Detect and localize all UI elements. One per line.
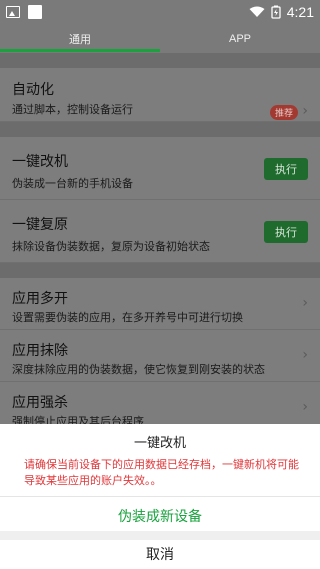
chevron-right-icon: ›	[302, 295, 308, 311]
automation-subtitle: 通过脚本，控制设备运行	[12, 103, 133, 116]
cancel-button[interactable]: 取消	[0, 544, 320, 564]
battery-icon	[271, 5, 281, 19]
dialog-warning: 请确保当前设备下的应用数据已经存档，一键新机将可能导致某些应用的账户失效。。	[24, 458, 299, 487]
app-multi-open-row[interactable]: 应用多开 设置需要伪装的应用，在多开养号中可进行切换 ›	[0, 278, 320, 330]
multi-open-title: 应用多开	[12, 291, 68, 307]
tab-bar: 通用 APP	[0, 24, 320, 53]
square-icon	[28, 5, 42, 19]
modify-subtitle: 伪装成一台新的手机设备	[12, 177, 133, 190]
status-left	[6, 5, 42, 19]
dialog-gap	[0, 531, 320, 540]
dialog-title: 一键改机	[133, 436, 186, 451]
confirm-new-device-button[interactable]: 伪装成新设备	[0, 506, 320, 526]
restore-title: 一键复原	[12, 217, 68, 233]
recommend-badge: 推荐	[269, 105, 298, 120]
tab-app[interactable]: APP	[160, 24, 320, 53]
clock: 4:21	[286, 4, 314, 20]
chevron-right-icon: ›	[302, 347, 308, 363]
wifi-icon	[249, 6, 265, 17]
one-click-modify-row: 一键改机 伪装成一台新的手机设备 执行	[0, 137, 320, 200]
image-icon	[6, 6, 20, 18]
divider	[0, 496, 320, 497]
chevron-right-icon: ›	[302, 399, 308, 415]
execute-modify-button[interactable]: 执行	[264, 158, 308, 180]
tab-general[interactable]: 通用	[0, 24, 160, 53]
one-click-restore-row: 一键复原 抹除设备伪装数据，复原为设备初始状态 执行	[0, 200, 320, 263]
erase-subtitle: 深度抹除应用的伪装数据，使它恢复到刚安装的状态	[12, 363, 265, 376]
erase-title: 应用抹除	[12, 343, 68, 359]
modify-title: 一键改机	[12, 154, 68, 170]
chevron-right-icon: ›	[302, 103, 308, 119]
section-gap	[0, 122, 320, 137]
force-stop-title: 应用强杀	[12, 395, 68, 411]
status-bar: 4:21	[0, 0, 320, 24]
status-right: 4:21	[249, 4, 314, 20]
execute-restore-button[interactable]: 执行	[264, 221, 308, 243]
section-gap	[0, 263, 320, 278]
confirm-dialog: 一键改机 请确保当前设备下的应用数据已经存档，一键新机将可能导致某些应用的账户失…	[0, 424, 320, 569]
section-gap	[0, 53, 320, 68]
settings-list: 自动化 通过脚本，控制设备运行 推荐 › 一键改机 伪装成一台新的手机设备 执行…	[0, 53, 320, 454]
multi-open-subtitle: 设置需要伪装的应用，在多开养号中可进行切换	[12, 311, 243, 324]
app-erase-row[interactable]: 应用抹除 深度抹除应用的伪装数据，使它恢复到刚安装的状态 ›	[0, 330, 320, 382]
restore-subtitle: 抹除设备伪装数据，复原为设备初始状态	[12, 240, 210, 253]
automation-row[interactable]: 自动化 通过脚本，控制设备运行 推荐 ›	[0, 68, 320, 122]
automation-title: 自动化	[12, 82, 54, 98]
